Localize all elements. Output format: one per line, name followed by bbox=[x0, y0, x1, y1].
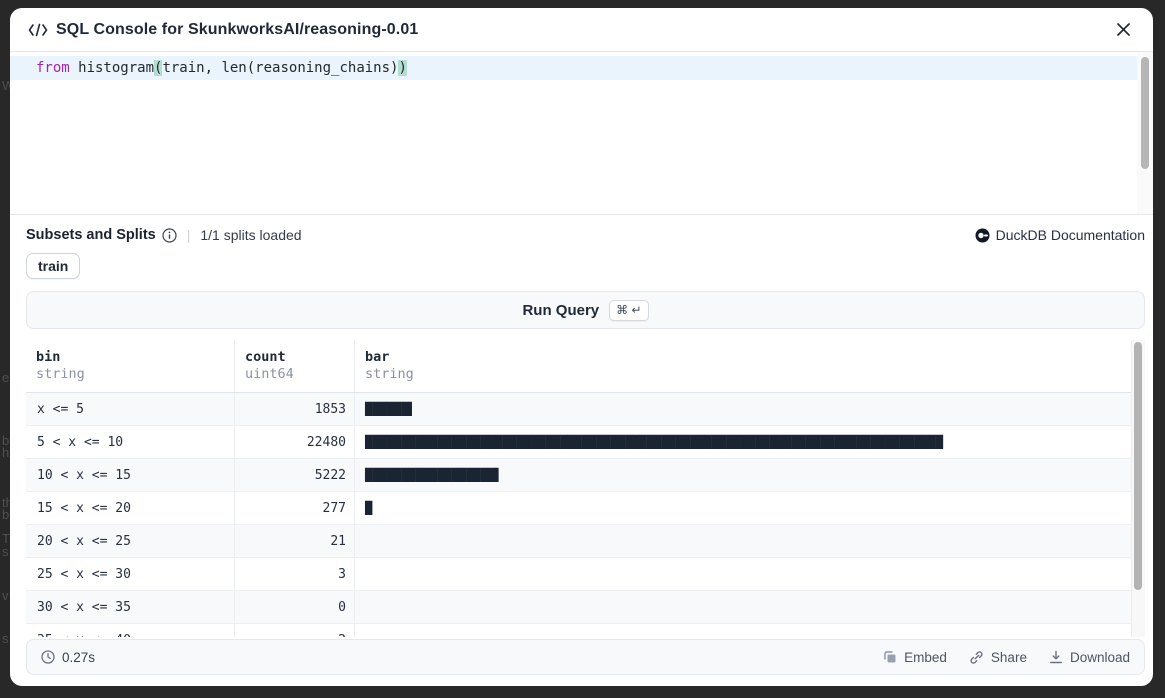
sql-console-modal: SQL Console for SkunkworksAI/reasoning-0… bbox=[10, 8, 1153, 686]
embed-label: Embed bbox=[904, 650, 947, 665]
divider: | bbox=[187, 227, 191, 243]
cell-count: 2 bbox=[235, 624, 355, 637]
table-row: 35 < x <= 402 bbox=[26, 624, 1131, 637]
column-name: count bbox=[245, 349, 344, 365]
results-footer: 0.27s Embed Share bbox=[26, 639, 1145, 675]
clock-icon bbox=[41, 650, 55, 664]
cell-count: 22480 bbox=[235, 426, 355, 458]
run-query-button[interactable]: Run Query ⌘ ↵ bbox=[26, 291, 1145, 329]
cell-bar bbox=[355, 591, 1131, 623]
split-button-label: train bbox=[38, 258, 68, 274]
cell-bin: x <= 5 bbox=[26, 393, 235, 425]
table-body: x <= 51853██████▌5 < x <= 1022480███████… bbox=[26, 393, 1131, 637]
column-name: bar bbox=[365, 349, 1121, 365]
histogram-bar: █ bbox=[365, 502, 372, 515]
editor-scrollbar[interactable] bbox=[1137, 52, 1153, 214]
info-icon[interactable] bbox=[162, 228, 177, 243]
cell-bin: 35 < x <= 40 bbox=[26, 624, 235, 637]
cell-bar bbox=[355, 525, 1131, 557]
elapsed-label: 0.27s bbox=[62, 650, 95, 665]
keyboard-shortcut-badge: ⌘ ↵ bbox=[609, 300, 648, 321]
background-text-fragment: s bbox=[2, 544, 9, 559]
share-link-icon bbox=[969, 650, 984, 665]
share-button[interactable]: Share bbox=[969, 650, 1027, 665]
sql-open-bracket: ( bbox=[154, 60, 162, 76]
sql-editor[interactable]: from histogram(train, len(reasoning_chai… bbox=[10, 52, 1153, 215]
histogram-bar: ██████████████████▌ bbox=[365, 469, 502, 482]
background-text-fragment: h bbox=[2, 445, 9, 460]
column-type: string bbox=[365, 366, 1121, 382]
results-table: bin string count uint64 bar string x <= … bbox=[26, 340, 1145, 637]
background-text-fragment: v bbox=[2, 588, 9, 603]
column-type: uint64 bbox=[245, 366, 344, 382]
embed-button[interactable]: Embed bbox=[883, 650, 947, 665]
cell-count: 21 bbox=[235, 525, 355, 557]
modal-title: SQL Console for SkunkworksAI/reasoning-0… bbox=[56, 21, 418, 39]
cell-count: 3 bbox=[235, 558, 355, 590]
cell-bin: 10 < x <= 15 bbox=[26, 459, 235, 491]
query-elapsed-time: 0.27s bbox=[41, 650, 95, 665]
duckdb-documentation-link[interactable]: DuckDB Documentation bbox=[975, 227, 1145, 243]
table-row: 30 < x <= 350 bbox=[26, 591, 1131, 624]
cell-bin: 20 < x <= 25 bbox=[26, 525, 235, 557]
background-text-fragment: e bbox=[2, 370, 9, 385]
split-button-train[interactable]: train bbox=[26, 253, 80, 279]
cell-bar: ██████▌ bbox=[355, 393, 1131, 425]
close-icon[interactable] bbox=[1112, 18, 1135, 41]
table-row: 15 < x <= 20277 █ bbox=[26, 492, 1131, 525]
column-header-bin: bin string bbox=[26, 340, 235, 392]
table-scrollbar-thumb[interactable] bbox=[1134, 342, 1142, 590]
cell-count: 5222 bbox=[235, 459, 355, 491]
table-row: 10 < x <= 155222 ██████████████████▌ bbox=[26, 459, 1131, 492]
column-header-count: count uint64 bbox=[235, 340, 355, 392]
cell-bin: 15 < x <= 20 bbox=[26, 492, 235, 524]
duckdb-logo-icon bbox=[975, 228, 990, 243]
cell-count: 277 bbox=[235, 492, 355, 524]
cell-bar: █ bbox=[355, 492, 1131, 524]
table-row: 25 < x <= 303 bbox=[26, 558, 1131, 591]
table-row: 5 < x <= 1022480 ████████████████████████… bbox=[26, 426, 1131, 459]
modal-header: SQL Console for SkunkworksAI/reasoning-0… bbox=[10, 8, 1153, 52]
table-scrollbar[interactable] bbox=[1131, 340, 1145, 637]
histogram-bar: ██████▌ bbox=[365, 403, 416, 416]
embed-icon bbox=[883, 650, 897, 664]
page-overlay: { "header": { "title": "SQL Console for … bbox=[0, 0, 1165, 698]
cell-bar bbox=[355, 558, 1131, 590]
cell-bin: 30 < x <= 35 bbox=[26, 591, 235, 623]
cell-bin: 5 < x <= 10 bbox=[26, 426, 235, 458]
sql-close-bracket: ) bbox=[398, 60, 406, 76]
duckdb-link-label: DuckDB Documentation bbox=[996, 227, 1145, 243]
sql-editor-active-line[interactable]: from histogram(train, len(reasoning_chai… bbox=[10, 56, 1137, 80]
share-label: Share bbox=[991, 650, 1027, 665]
cell-bin: 25 < x <= 30 bbox=[26, 558, 235, 590]
cell-count: 0 bbox=[235, 591, 355, 623]
download-label: Download bbox=[1070, 650, 1130, 665]
cell-bar: ████████████████████████████████████████… bbox=[355, 426, 1131, 458]
subsets-row: Subsets and Splits | 1/1 splits loaded D… bbox=[26, 224, 1145, 246]
sql-function: histogram bbox=[70, 60, 154, 76]
background-text-fragment: s bbox=[2, 631, 9, 646]
sql-keyword: from bbox=[36, 60, 70, 76]
sql-args: train, len(reasoning_chains) bbox=[162, 60, 398, 76]
cell-bar: ██████████████████▌ bbox=[355, 459, 1131, 491]
splits-loaded-status: 1/1 splits loaded bbox=[200, 227, 301, 243]
table-header-row: bin string count uint64 bar string bbox=[26, 340, 1131, 393]
results-table-scroll-area: bin string count uint64 bar string x <= … bbox=[26, 340, 1131, 637]
download-button[interactable]: Download bbox=[1049, 650, 1130, 665]
background-text-fragment: b bbox=[2, 507, 9, 522]
subsets-title: Subsets and Splits bbox=[26, 227, 156, 243]
column-name: bin bbox=[36, 349, 224, 365]
download-icon bbox=[1049, 650, 1063, 664]
cell-count: 1853 bbox=[235, 393, 355, 425]
column-header-bar: bar string bbox=[355, 340, 1131, 392]
footer-actions: Embed Share Download bbox=[883, 650, 1130, 665]
cell-bar bbox=[355, 624, 1131, 637]
histogram-bar: ████████████████████████████████████████… bbox=[365, 436, 943, 449]
table-row: 20 < x <= 2521 bbox=[26, 525, 1131, 558]
column-type: string bbox=[36, 366, 224, 382]
editor-scrollbar-thumb[interactable] bbox=[1141, 57, 1149, 169]
code-icon bbox=[28, 23, 48, 37]
table-row: x <= 51853 ██████▌ bbox=[26, 393, 1131, 426]
run-query-label: Run Query bbox=[522, 302, 599, 319]
